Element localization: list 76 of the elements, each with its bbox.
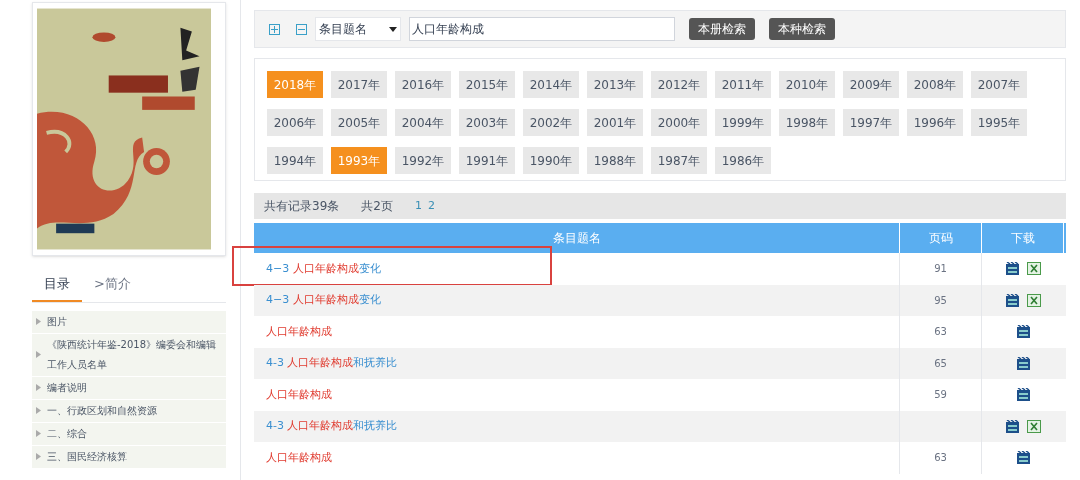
year-button[interactable]: 1992年	[395, 147, 451, 174]
search-input[interactable]: 人口年龄构成	[409, 17, 675, 41]
download-film-icon[interactable]	[1016, 325, 1030, 339]
year-button[interactable]: 2015年	[459, 71, 515, 98]
entry-title-link[interactable]: 人口年龄构成	[266, 386, 332, 403]
download-film-icon[interactable]	[1016, 451, 1030, 465]
year-button[interactable]: 2011年	[715, 71, 771, 98]
entry-title-link[interactable]: 4-3 人口年龄构成和抚养比	[266, 418, 398, 435]
year-button[interactable]: 2016年	[395, 71, 451, 98]
search-button[interactable]: 本种检索	[769, 18, 835, 40]
download-film-icon[interactable]	[1005, 262, 1019, 276]
expand-arrow-icon	[36, 453, 41, 460]
record-count: 共有记录39条	[264, 198, 340, 215]
dropdown-caret-icon	[389, 26, 397, 32]
year-button[interactable]: 2012年	[651, 71, 707, 98]
collapse-icon[interactable]	[296, 23, 307, 35]
page-number: 95	[934, 293, 947, 308]
page-count: 共2页	[361, 198, 393, 215]
year-button[interactable]: 1996年	[907, 109, 963, 136]
year-button[interactable]: 1988年	[587, 147, 643, 174]
year-button[interactable]: 1997年	[843, 109, 899, 136]
download-film-icon[interactable]	[1005, 293, 1019, 307]
year-button[interactable]: 2000年	[651, 109, 707, 136]
year-button[interactable]: 2004年	[395, 109, 451, 136]
tree-item[interactable]: 三、国民经济核算	[32, 445, 226, 469]
year-button[interactable]: 2001年	[587, 109, 643, 136]
tree-item[interactable]: 《陕西统计年鉴-2018》编委会和编辑工作人员名单	[32, 333, 226, 377]
year-button[interactable]: 2006年	[267, 109, 323, 136]
entry-title-link[interactable]: 4−3 人口年龄构成变化	[266, 292, 381, 309]
sidebar-tab[interactable]: >简介	[82, 268, 143, 302]
year-button[interactable]: 1999年	[715, 109, 771, 136]
page-number: 63	[934, 451, 947, 466]
year-button[interactable]: 1987年	[651, 147, 707, 174]
year-button[interactable]: 2013年	[587, 71, 643, 98]
download-film-icon[interactable]	[1005, 419, 1019, 433]
year-button[interactable]: 1995年	[971, 109, 1027, 136]
excel-icon[interactable]	[1026, 293, 1041, 307]
year-button[interactable]: 1994年	[267, 147, 323, 174]
year-button[interactable]: 2009年	[843, 71, 899, 98]
tree-item[interactable]: 一、行政区划和自然资源	[32, 399, 226, 423]
year-button[interactable]: 2014年	[523, 71, 579, 98]
tree-item[interactable]: 图片	[32, 310, 226, 334]
entry-title-link[interactable]: 人口年龄构成	[266, 323, 332, 340]
page-number: 91	[934, 262, 947, 277]
expand-arrow-icon	[36, 407, 41, 414]
entry-title-link[interactable]: 4-3 人口年龄构成和抚养比	[266, 355, 398, 372]
sidebar-tab[interactable]: 目录	[32, 268, 82, 302]
year-button[interactable]: 1986年	[715, 147, 771, 174]
year-button[interactable]: 1990年	[523, 147, 579, 174]
tree-item[interactable]: 编者说明	[32, 376, 226, 400]
expand-arrow-icon	[36, 384, 41, 391]
year-button[interactable]: 2002年	[523, 109, 579, 136]
expand-arrow-icon	[36, 318, 41, 325]
year-button[interactable]: 2017年	[331, 71, 387, 98]
year-button[interactable]: 2008年	[907, 71, 963, 98]
expand-icon[interactable]	[269, 23, 280, 35]
year-button[interactable]: 2005年	[331, 109, 387, 136]
page-number: 63	[934, 325, 947, 340]
download-film-icon[interactable]	[1016, 388, 1030, 402]
entry-title-link[interactable]: 4−3 人口年龄构成变化	[266, 260, 381, 277]
excel-icon[interactable]	[1026, 262, 1041, 276]
year-button[interactable]: 2007年	[971, 71, 1027, 98]
entry-title-link[interactable]: 人口年龄构成	[266, 449, 332, 466]
expand-arrow-icon	[36, 430, 41, 437]
year-button[interactable]: 2003年	[459, 109, 515, 136]
search-button[interactable]: 本册检索	[689, 18, 755, 40]
year-button[interactable]: 2010年	[779, 71, 835, 98]
download-film-icon[interactable]	[1016, 356, 1030, 370]
field-select[interactable]: 条目题名	[315, 17, 401, 41]
year-button[interactable]: 1991年	[459, 147, 515, 174]
expand-arrow-icon	[36, 351, 41, 358]
page-number: 59	[934, 388, 947, 403]
page-number: 65	[934, 356, 947, 371]
year-button[interactable]: 1998年	[779, 109, 835, 136]
tree-item[interactable]: 二、综合	[32, 422, 226, 446]
excel-icon[interactable]	[1026, 419, 1041, 433]
